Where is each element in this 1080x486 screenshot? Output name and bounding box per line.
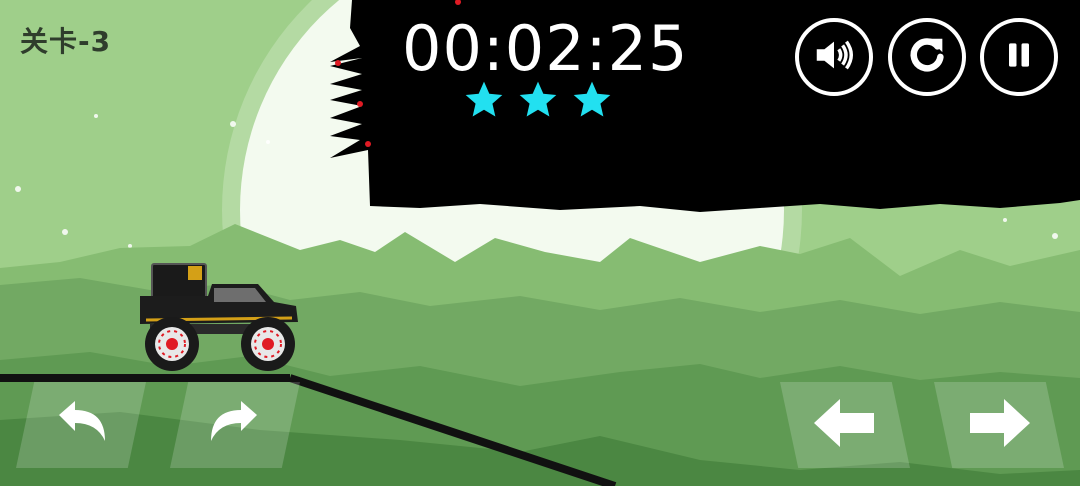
speaker-volume-icon [811, 32, 857, 82]
star-icon [462, 78, 506, 122]
star-icon [516, 78, 560, 122]
gas-button[interactable] [934, 382, 1064, 468]
arrow-right-icon [964, 395, 1034, 455]
truck-rear-wheel [145, 317, 199, 371]
elapsed-timer: 00:02:25 [402, 12, 689, 85]
brake-button[interactable] [780, 382, 910, 468]
pause-icon [999, 35, 1039, 79]
curved-arrow-right-icon [199, 393, 271, 457]
restart-icon [904, 32, 950, 82]
level-label: 关卡-3 [20, 25, 112, 58]
truck-front-wheel [241, 317, 295, 371]
pause-button[interactable] [980, 18, 1058, 96]
star-icon [570, 78, 614, 122]
curved-arrow-left-icon [45, 393, 117, 457]
tilt-forward-button[interactable] [170, 382, 300, 468]
star-rating [462, 78, 614, 122]
restart-button[interactable] [888, 18, 966, 96]
sound-button[interactable] [795, 18, 873, 96]
tilt-back-button[interactable] [16, 382, 146, 468]
arrow-left-icon [810, 395, 880, 455]
